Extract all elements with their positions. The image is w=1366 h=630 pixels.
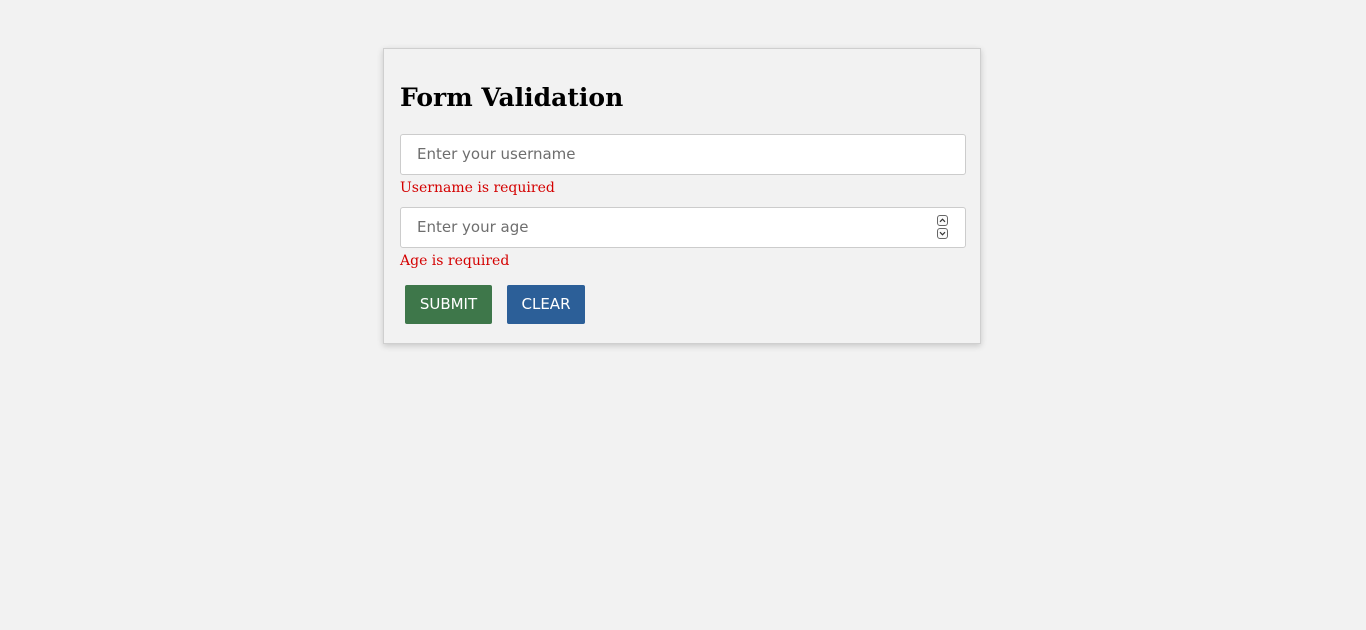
clear-button[interactable]: CLEAR: [507, 285, 585, 324]
age-error-message: Age is required: [400, 253, 510, 269]
chevron-down-icon[interactable]: [937, 228, 948, 239]
form-title: Form Validation: [400, 83, 624, 112]
chevron-up-icon[interactable]: [937, 215, 948, 226]
age-placeholder: Enter your age: [417, 218, 529, 236]
submit-button[interactable]: SUBMIT: [405, 285, 492, 324]
age-number-spinner[interactable]: [937, 215, 950, 240]
username-placeholder: Enter your username: [417, 145, 576, 163]
age-input[interactable]: Enter your age: [400, 207, 966, 248]
form-card: Form Validation Enter your username User…: [383, 48, 981, 344]
username-error-message: Username is required: [400, 180, 555, 196]
username-input[interactable]: Enter your username: [400, 134, 966, 175]
